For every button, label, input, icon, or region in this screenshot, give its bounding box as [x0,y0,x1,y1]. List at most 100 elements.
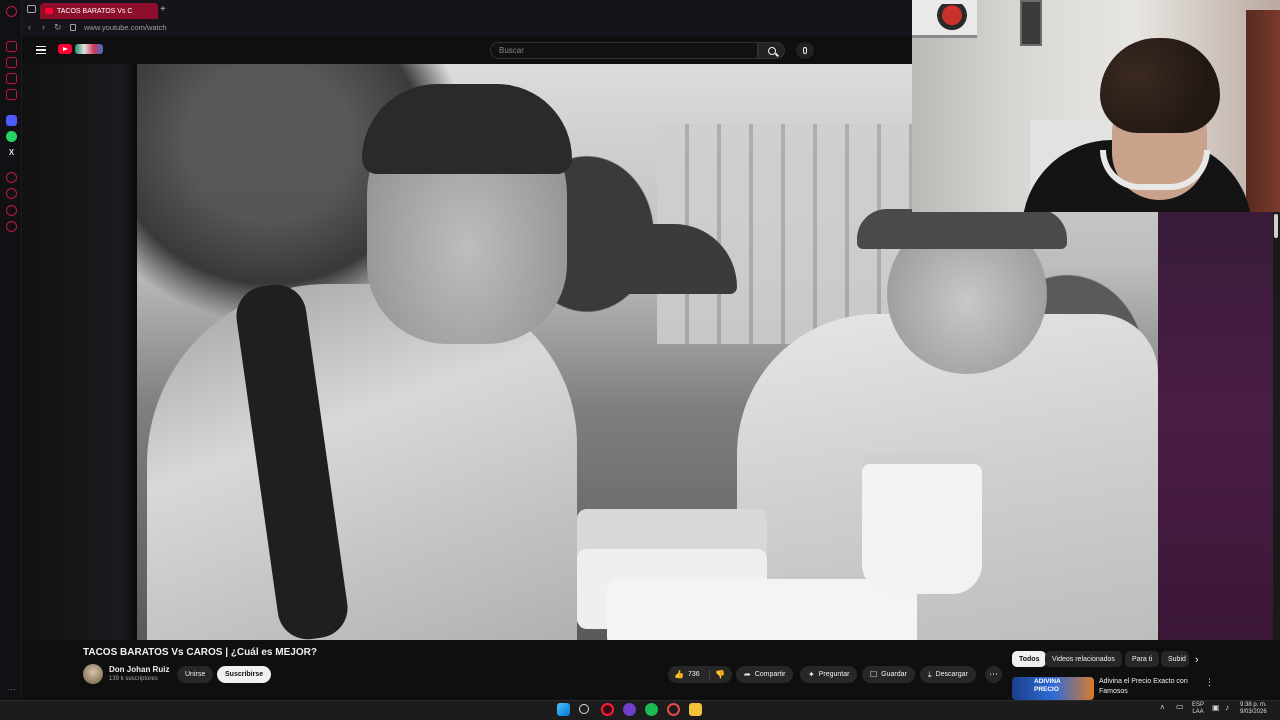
channel-name[interactable]: Don Johan Ruiz [109,665,169,674]
like-count: 736 [687,671,700,678]
home-icon[interactable] [6,41,17,52]
network-icon[interactable]: ▣ [1212,704,1220,712]
download-button[interactable]: ⤓ Descargar [920,666,976,683]
search-button[interactable] [758,42,785,59]
voice-search-button[interactable] [796,42,814,59]
chrome-icon[interactable] [667,703,680,716]
youtube-favicon-icon [45,8,53,14]
share-icon: ➦ [744,670,751,679]
taskbar [0,700,1280,720]
dislike-button[interactable]: 👎 [710,670,729,679]
language-line-1: ESP [1192,702,1205,708]
webcam-picture-frame [1020,0,1042,46]
save-label: Guardar [881,671,907,678]
chip-all[interactable]: Todos [1012,651,1047,667]
thumbnail-text-line-1: ADIVINA [1034,678,1061,685]
clock-date: 9/03/2026 [1240,709,1267,715]
x-icon[interactable]: X [6,147,17,158]
subscriber-count: 139 k suscriptores [109,676,158,682]
bookmark-icon: ☐ [870,670,878,679]
menu-icon[interactable] [36,46,46,54]
thumbs-down-icon: 👎 [715,670,725,679]
video-cup [862,454,982,594]
discord-icon[interactable] [623,703,636,716]
taskbar-search-icon[interactable] [579,704,589,714]
webcam-overlay [912,0,1280,212]
clock-time: 9:38 p. m. [1240,702,1267,708]
thumbnail-text-line-2: PRECIO [1034,686,1059,693]
youtube-logo-icon[interactable] [58,44,72,54]
tab-menu-icon[interactable] [27,5,36,13]
like-button[interactable]: 👍 736 [668,670,710,679]
url-field[interactable]: www.youtube.com/watch [84,23,167,32]
back-icon[interactable]: ‹ [28,22,31,32]
screen: X ··· TACOS BARATOS Vs C + ‹ › ↻ www.you… [0,0,1280,720]
whatsapp-icon[interactable] [6,131,17,142]
messenger-icon[interactable] [6,115,17,126]
ask-label: Preguntar [818,671,850,678]
spotify-icon[interactable] [645,703,658,716]
recommendation-menu-icon[interactable]: ⋮ [1205,677,1214,688]
settings-icon[interactable] [6,221,17,232]
search-icon [767,46,776,55]
scrollbar-thumb[interactable] [1274,214,1278,238]
webcam-door [1246,10,1280,212]
ask-button[interactable]: ✦ Preguntar [800,666,858,683]
sidebar-more-icon[interactable]: ··· [6,684,17,695]
webcam-toy [934,4,970,32]
video-title: TACOS BARATOS Vs CAROS | ¿Cuál es MEJOR? [83,647,317,658]
recommendation-title[interactable]: Adivina el Precio Exacto con Famosos [1099,677,1199,697]
opera-logo-icon[interactable] [6,6,17,17]
subscribe-button[interactable]: Suscribirse [217,666,272,683]
video-cap [857,209,1067,249]
heart-icon[interactable] [6,668,17,679]
volume-icon[interactable]: ♪ [1225,704,1229,712]
browser-sidebar: X ··· [0,0,22,700]
tray-overflow-icon[interactable]: ˄ [1160,704,1165,712]
download-label: Descargar [935,671,968,678]
address-bar: ‹ › ↻ www.youtube.com/watch [22,20,912,36]
download-icon: ⤓ [928,669,932,679]
lock-icon [70,24,76,31]
forward-icon[interactable]: › [42,22,45,32]
search-input[interactable]: Buscar [490,42,758,59]
tab-title: TACOS BARATOS Vs C [57,7,133,15]
microphone-icon [803,47,807,54]
scrollbar[interactable] [1273,212,1280,640]
language-indicator[interactable]: ESP LAA [1192,702,1204,716]
webcam-hair [1100,38,1220,133]
share-label: Compartir [754,671,786,678]
like-dislike-group: 👍 736 👎 [668,666,732,683]
chip-uploaded[interactable]: Subid [1161,651,1189,667]
extensions-icon[interactable] [6,205,17,216]
file-explorer-icon[interactable] [689,703,702,716]
more-actions-button[interactable]: ⋯ [985,666,1002,683]
player-icon[interactable] [6,172,17,183]
tab-active[interactable]: TACOS BARATOS Vs C [40,3,158,19]
join-button[interactable]: Unirse [177,666,214,683]
language-line-2: LAA [1192,709,1204,715]
youtube-doodle[interactable] [75,44,103,54]
sparkle-icon: ✦ [808,670,815,679]
clock[interactable]: 9:38 p. m. 9/03/2026 [1240,702,1267,716]
channel-avatar[interactable] [83,664,103,684]
clock-icon[interactable] [6,188,17,199]
thumbs-up-icon: 👍 [674,670,684,679]
chevron-right-icon[interactable]: › [1195,654,1199,666]
share-button[interactable]: ➦ Compartir [736,666,794,683]
history-icon[interactable] [6,73,17,84]
bookmarks-icon[interactable] [6,57,17,68]
tray-apps-icon[interactable]: ▭ [1176,703,1184,711]
save-button[interactable]: ☐ Guardar [862,666,915,683]
new-tab-button[interactable]: + [160,4,166,15]
video-food-tray [607,579,917,640]
chip-related[interactable]: Videos relacionados [1045,651,1122,667]
recommendation-thumbnail[interactable]: ADIVINA PRECIO [1012,677,1094,700]
reload-icon[interactable]: ↻ [54,22,62,33]
youtube-masthead: Buscar [22,36,912,64]
notes-icon[interactable] [6,89,17,100]
opera-taskbar-icon[interactable] [601,703,614,716]
windows-start-icon[interactable] [557,703,570,716]
video-hair-left [362,84,572,174]
chip-for-you[interactable]: Para ti [1125,651,1160,667]
